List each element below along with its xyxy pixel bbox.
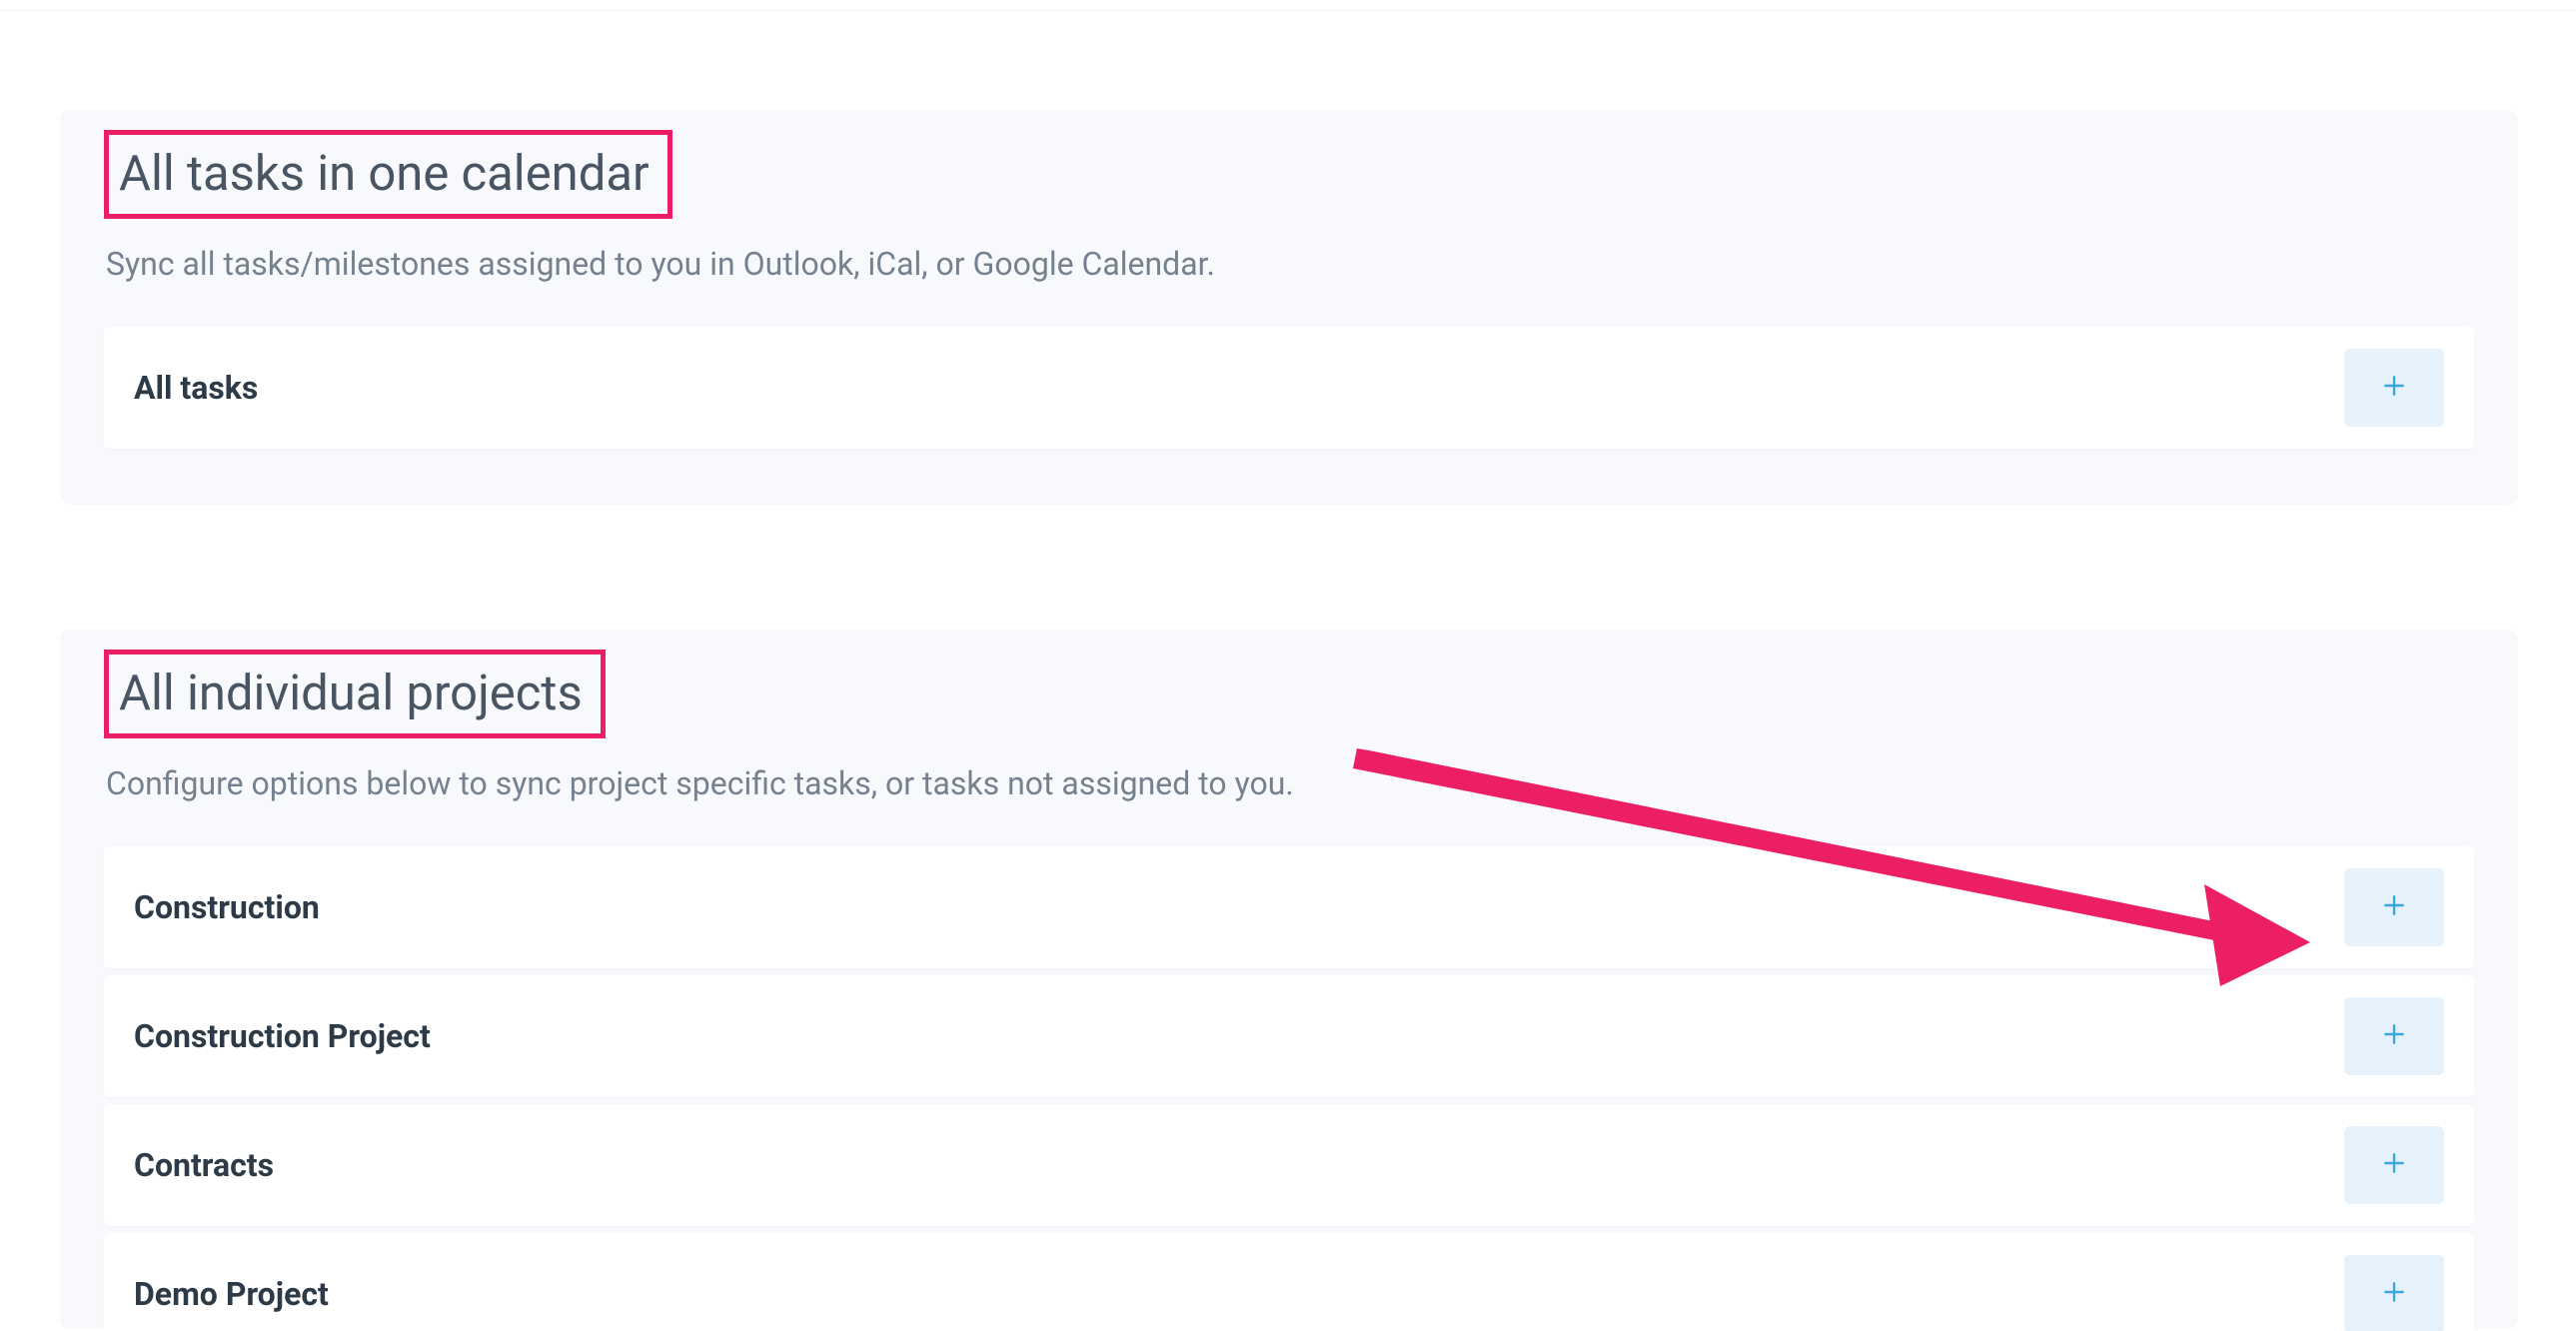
all-tasks-section: All tasks in one calendar Sync all tasks…	[60, 110, 2518, 505]
all-projects-section: All individual projects Configure option…	[60, 630, 2518, 1329]
plus-icon	[2381, 1150, 2407, 1180]
all-projects-header: All individual projects Configure option…	[60, 630, 2518, 802]
plus-icon	[2381, 373, 2407, 403]
expand-button[interactable]	[2344, 868, 2444, 946]
all-projects-title: All individual projects	[104, 650, 606, 738]
top-divider	[0, 10, 2576, 11]
task-row-all-tasks[interactable]: All tasks	[104, 327, 2474, 449]
all-projects-items: Construction Construction Project Contra…	[60, 802, 2518, 1331]
expand-button[interactable]	[2344, 1255, 2444, 1331]
row-label: Construction Project	[134, 1017, 431, 1055]
project-row-construction-project[interactable]: Construction Project	[104, 975, 2474, 1097]
expand-button[interactable]	[2344, 1126, 2444, 1204]
expand-button[interactable]	[2344, 349, 2444, 427]
row-label: Contracts	[134, 1146, 274, 1184]
plus-icon	[2381, 892, 2407, 922]
plus-icon	[2381, 1021, 2407, 1051]
project-row-demo-project[interactable]: Demo Project	[104, 1233, 2474, 1331]
all-tasks-items: All tasks	[60, 283, 2518, 449]
expand-button[interactable]	[2344, 997, 2444, 1075]
all-tasks-description: Sync all tasks/milestones assigned to yo…	[106, 245, 2474, 283]
all-tasks-title: All tasks in one calendar	[104, 130, 672, 219]
row-label: Construction	[134, 888, 320, 926]
all-tasks-header: All tasks in one calendar Sync all tasks…	[60, 110, 2518, 283]
row-label: Demo Project	[134, 1275, 329, 1313]
project-row-construction[interactable]: Construction	[104, 846, 2474, 968]
project-row-contracts[interactable]: Contracts	[104, 1104, 2474, 1226]
row-label: All tasks	[134, 369, 258, 407]
plus-icon	[2381, 1279, 2407, 1309]
all-projects-description: Configure options below to sync project …	[106, 764, 2474, 802]
